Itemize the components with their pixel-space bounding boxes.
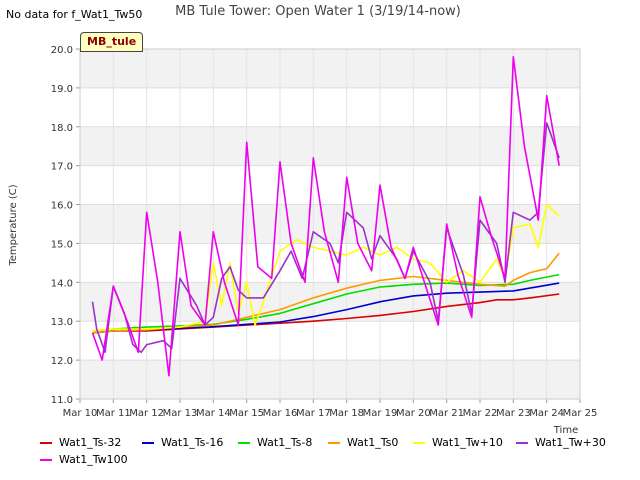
grid-band <box>80 204 580 244</box>
x-tick-label: Mar 22 <box>463 408 498 419</box>
legend-swatch <box>238 441 250 444</box>
legend-item: Wat1_Ts0 <box>328 436 398 449</box>
legend-label: Wat1_Tw+10 <box>432 436 503 449</box>
x-axis-label: Time <box>553 425 578 436</box>
legend-swatch <box>40 458 52 461</box>
x-tick-label: Mar 13 <box>163 408 198 419</box>
x-tick-label: Mar 11 <box>96 408 131 419</box>
y-tick-label: 17.0 <box>51 162 73 173</box>
legend-label: Wat1_Ts-32 <box>59 436 122 449</box>
x-tick-label: Mar 12 <box>129 408 164 419</box>
legend-label: Wat1_Ts0 <box>347 436 399 449</box>
legend-label: Wat1_Ts-8 <box>257 436 313 449</box>
legend-label: Wat1_Tw100 <box>59 453 128 466</box>
x-tick-label: Mar 19 <box>363 408 398 419</box>
x-tick-label: Mar 21 <box>429 408 464 419</box>
y-tick-label: 18.0 <box>51 123 73 134</box>
y-tick-label: 13.0 <box>51 317 73 328</box>
legend-item: Wat1_Tw100 <box>40 453 128 466</box>
grid-band <box>80 126 580 166</box>
grid-band <box>80 282 580 322</box>
y-tick-label: 14.0 <box>51 278 73 289</box>
x-tick-label: Mar 25 <box>563 408 598 419</box>
legend-swatch <box>142 441 154 444</box>
site-tag: MB_tule <box>80 32 144 52</box>
y-axis-label: Temperature (C) <box>8 184 19 266</box>
x-tick-label: Mar 15 <box>229 408 264 419</box>
y-tick-label: 16.0 <box>51 201 73 212</box>
chart-title: MB Tule Tower: Open Water 1 (3/19/14-now… <box>175 4 461 19</box>
x-tick-label: Mar 17 <box>296 408 331 419</box>
legend-item: Wat1_Ts-8 <box>238 436 312 449</box>
x-tick-label: Mar 14 <box>196 408 231 419</box>
legend-item: Wat1_Tw+30 <box>516 436 606 449</box>
y-tick-label: 12.0 <box>51 356 73 367</box>
x-tick-label: Mar 20 <box>396 408 431 419</box>
y-tick-label: 20.0 <box>51 45 73 56</box>
legend-item: Wat1_Ts-32 <box>40 436 121 449</box>
legend-label: Wat1_Ts-16 <box>161 436 224 449</box>
y-tick-label: 15.0 <box>51 239 73 250</box>
legend-swatch <box>413 441 425 444</box>
legend-item: Wat1_Tw+10 <box>413 436 503 449</box>
grid-band <box>80 360 580 399</box>
chart-svg: MB Tule Tower: Open Water 1 (3/19/14-now… <box>8 4 598 436</box>
x-tick-label: Mar 24 <box>529 408 564 419</box>
legend-swatch <box>40 441 52 444</box>
y-tick-label: 11.0 <box>51 395 73 406</box>
x-tick-label: Mar 16 <box>263 408 298 419</box>
y-tick-label: 19.0 <box>51 84 73 95</box>
legend-swatch <box>328 441 340 444</box>
legend-swatch <box>516 441 528 444</box>
x-tick-label: Mar 23 <box>496 408 531 419</box>
legend-item: Wat1_Ts-16 <box>142 436 223 449</box>
x-tick-label: Mar 10 <box>63 408 98 419</box>
chart: No data for f_Wat1_Tw50 MB Tule Tower: O… <box>0 0 640 480</box>
legend-label: Wat1_Tw+30 <box>535 436 606 449</box>
grid-band <box>80 49 580 88</box>
x-tick-label: Mar 18 <box>329 408 364 419</box>
